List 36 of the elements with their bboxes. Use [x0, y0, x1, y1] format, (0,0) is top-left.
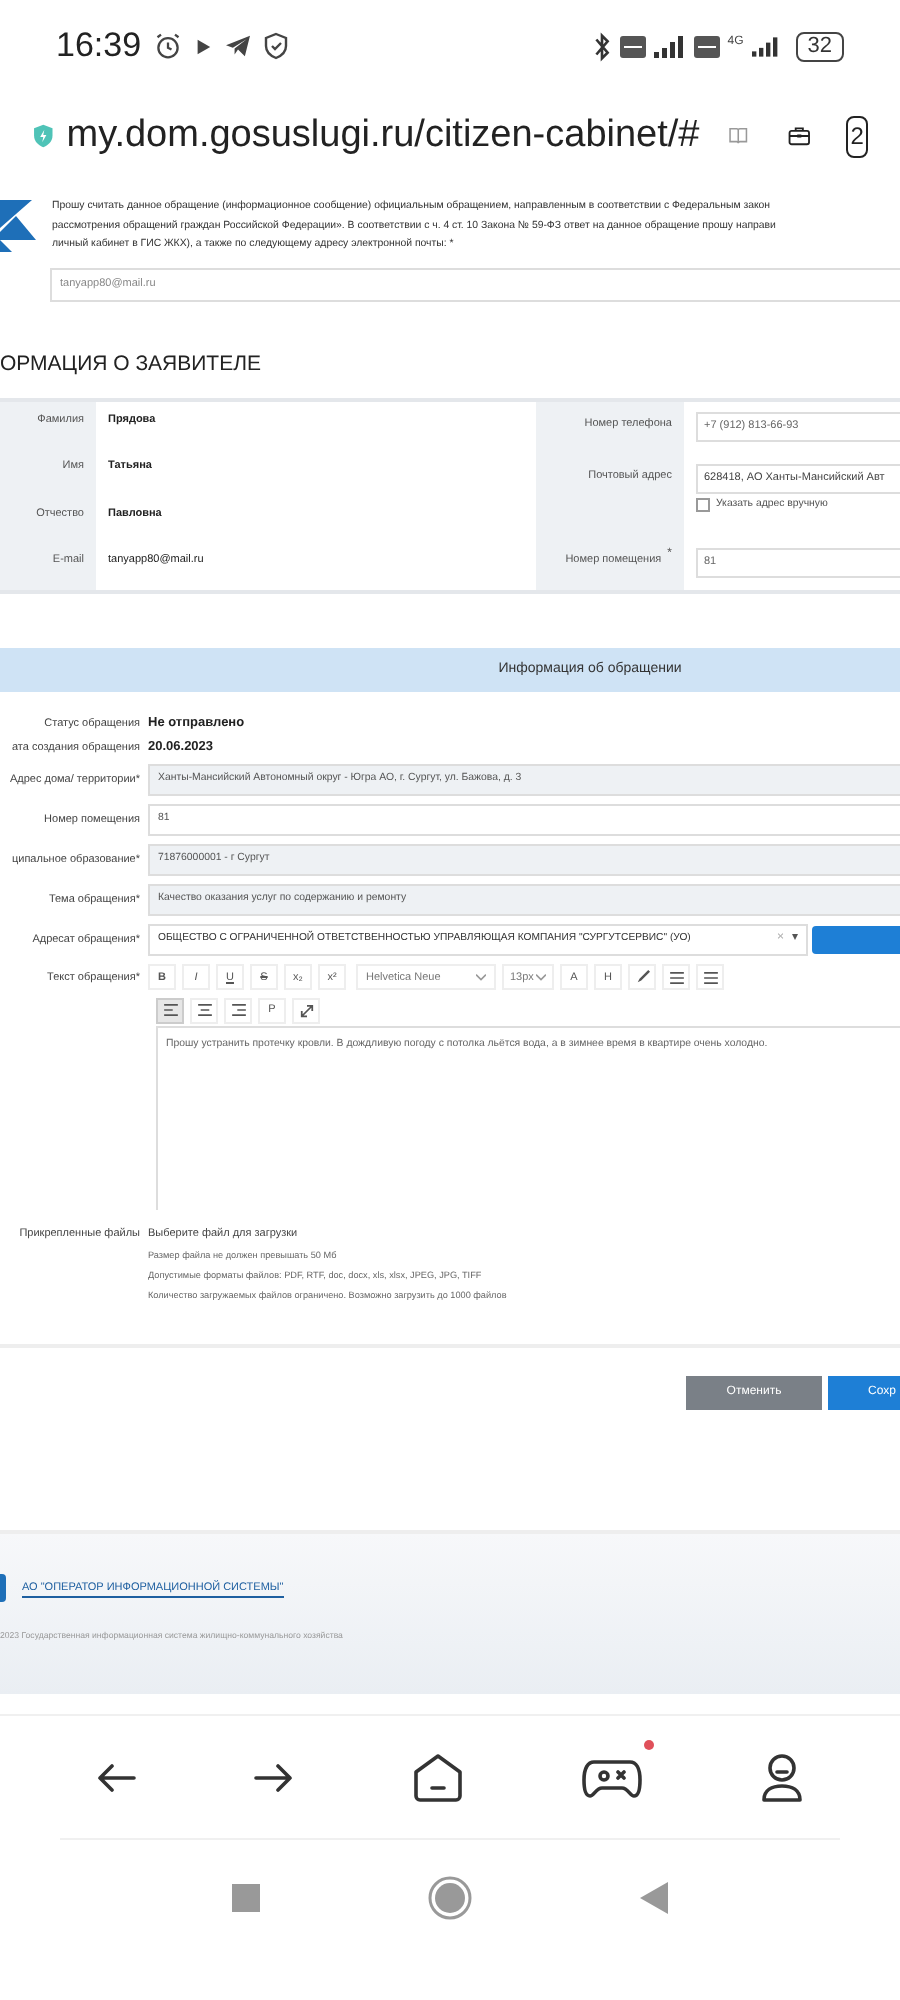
bluetooth-icon [591, 31, 612, 61]
signal-icon [653, 35, 686, 57]
url-text[interactable]: my.dom.gosuslugi.ru/citizen-cabinet/# [66, 107, 700, 165]
align-button[interactable] [156, 997, 184, 1024]
marker-icon [635, 970, 649, 985]
clock-time: 16:39 [56, 24, 142, 69]
home-button[interactable] [428, 1875, 472, 1920]
home-icon[interactable] [411, 1751, 464, 1804]
section-heading: ОРМАЦИЯ О ЗАЯВИТЕЛЕ [0, 350, 263, 380]
caret-icon [476, 973, 486, 982]
align-icon [197, 1004, 211, 1017]
alarm-icon [153, 32, 182, 60]
forward-arrow-icon[interactable] [253, 1761, 294, 1794]
caret-icon [536, 973, 546, 982]
play-icon [193, 37, 212, 55]
checkbox[interactable] [696, 498, 710, 513]
gamepad-icon[interactable] [582, 1755, 643, 1800]
list-icon [669, 971, 683, 984]
back-button[interactable] [640, 1881, 668, 1914]
back-arrow-icon[interactable] [95, 1761, 136, 1794]
list-button[interactable] [696, 964, 724, 991]
align-icon [163, 1004, 177, 1017]
align-icon [231, 1004, 245, 1017]
list-button[interactable] [662, 964, 690, 991]
signal-icon [751, 35, 780, 57]
shield-icon [263, 32, 288, 60]
action-button[interactable] [812, 925, 900, 954]
logo-icon [0, 1574, 6, 1603]
battery-level: 32 [795, 31, 844, 61]
recents-button[interactable] [232, 1883, 260, 1912]
highlighter-button[interactable] [628, 964, 656, 991]
list-icon [703, 971, 717, 984]
tab-count-button[interactable]: 2 [846, 115, 868, 157]
telegram-icon [223, 34, 252, 58]
profile-icon[interactable] [760, 1751, 805, 1804]
link-button[interactable] [292, 997, 320, 1024]
